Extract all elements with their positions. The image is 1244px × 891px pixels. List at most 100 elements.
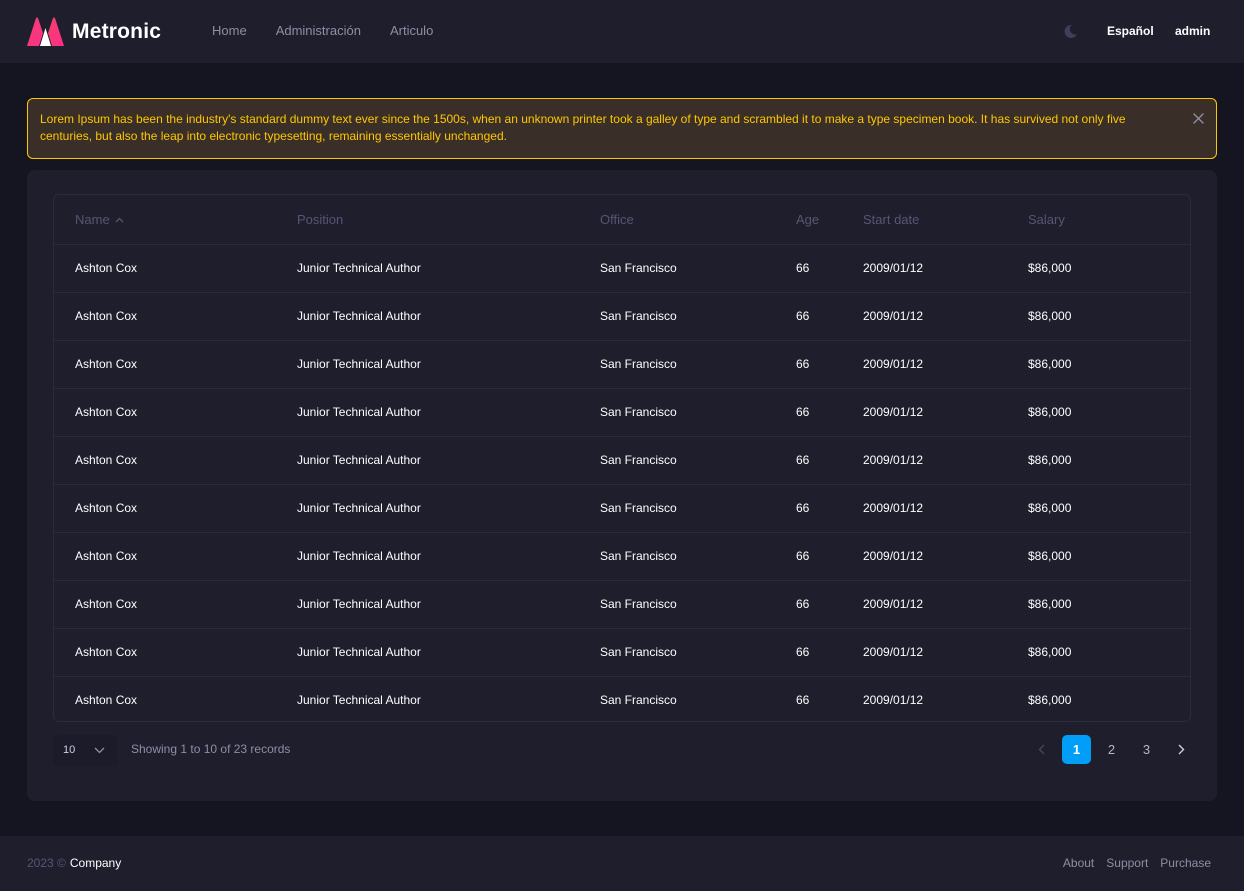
table-row: Ashton Cox Junior Technical Author San F… <box>54 628 1190 677</box>
cell-office: San Francisco <box>600 340 796 389</box>
cell-name: Ashton Cox <box>54 388 297 437</box>
nav-articulo[interactable]: Articulo <box>390 23 433 38</box>
records-card: Name Position Office Age Start date Sala… <box>27 170 1217 801</box>
page-size-select[interactable]: 10 <box>53 735 118 766</box>
cell-start-date: 2009/01/12 <box>863 388 1028 437</box>
cell-salary: $86,000 <box>1028 436 1190 485</box>
cell-position: Junior Technical Author <box>297 532 600 581</box>
cell-age: 66 <box>796 436 863 485</box>
cell-age: 66 <box>796 388 863 437</box>
cell-office: San Francisco <box>600 693 677 708</box>
footer-link-about[interactable]: About <box>1063 856 1094 870</box>
cell-office: San Francisco <box>600 628 796 677</box>
cell-position: Junior Technical Author <box>297 340 600 389</box>
cell-salary: $86,000 <box>1028 532 1190 581</box>
cell-age: 66 <box>796 693 810 708</box>
language-selector[interactable]: Español <box>1107 24 1154 38</box>
close-icon[interactable] <box>1193 113 1204 124</box>
copyright: 2023 © Company <box>27 856 121 870</box>
footer-link-support[interactable]: Support <box>1106 856 1148 870</box>
cell-name: Ashton Cox <box>54 436 297 485</box>
column-header-salary[interactable]: Salary <box>1028 195 1190 245</box>
previous-page-button[interactable] <box>1027 735 1056 764</box>
table-row: Ashton Cox Junior Technical Author San F… <box>54 676 1190 721</box>
cell-salary: $86,000 <box>1028 244 1190 293</box>
page-button-2[interactable]: 2 <box>1097 735 1126 764</box>
cell-salary: $86,000 <box>1028 340 1190 389</box>
records-table-container: Name Position Office Age Start date Sala… <box>53 194 1191 722</box>
cell-name: Ashton Cox <box>54 484 297 533</box>
cell-office: San Francisco <box>600 244 796 293</box>
brand-logo[interactable]: Metronic <box>27 17 161 46</box>
nav-administracion[interactable]: Administración <box>276 23 361 38</box>
cell-start-date: 2009/01/12 <box>863 484 1028 533</box>
table-row: Ashton Cox Junior Technical Author San F… <box>54 292 1190 341</box>
cell-age: 66 <box>796 484 863 533</box>
cell-name: Ashton Cox <box>54 292 297 341</box>
cell-age: 66 <box>796 340 863 389</box>
pagination: 1 2 3 <box>1027 735 1202 764</box>
records-info: Showing 1 to 10 of 23 records <box>131 742 291 756</box>
column-header-name[interactable]: Name <box>54 195 297 245</box>
cell-office: San Francisco <box>600 436 796 485</box>
cell-position: Junior Technical Author <box>297 436 600 485</box>
cell-salary: $86,000 <box>1028 388 1190 437</box>
footer-link-purchase[interactable]: Purchase <box>1160 856 1211 870</box>
page-button-3[interactable]: 3 <box>1132 735 1161 764</box>
footer-links: About Support Purchase <box>1051 856 1211 870</box>
cell-position: Junior Technical Author <box>297 693 421 708</box>
cell-start-date: 2009/01/12 <box>863 532 1028 581</box>
column-header-start-date[interactable]: Start date <box>863 195 1028 245</box>
metronic-logo-icon <box>27 17 64 46</box>
table-row: Ashton Cox Junior Technical Author San F… <box>54 436 1190 485</box>
top-header: Metronic Home Administración Articulo Es… <box>0 0 1244 63</box>
cell-start-date: 2009/01/12 <box>863 693 924 708</box>
table-row: Ashton Cox Junior Technical Author San F… <box>54 484 1190 533</box>
chevron-right-icon <box>1178 744 1185 755</box>
cell-office: San Francisco <box>600 388 796 437</box>
page-button-1[interactable]: 1 <box>1062 735 1091 764</box>
cell-age: 66 <box>796 580 863 629</box>
cell-start-date: 2009/01/12 <box>863 244 1028 293</box>
cell-position: Junior Technical Author <box>297 580 600 629</box>
table-row: Ashton Cox Junior Technical Author San F… <box>54 532 1190 581</box>
column-header-position[interactable]: Position <box>297 195 600 245</box>
warning-alert: Lorem Ipsum has been the industry's stan… <box>27 98 1217 159</box>
cell-age: 66 <box>796 532 863 581</box>
cell-office: San Francisco <box>600 292 796 341</box>
cell-start-date: 2009/01/12 <box>863 436 1028 485</box>
cell-name: Ashton Cox <box>54 532 297 581</box>
cell-position: Junior Technical Author <box>297 388 600 437</box>
column-header-office[interactable]: Office <box>600 195 796 245</box>
cell-salary: $86,000 <box>1028 484 1190 533</box>
records-table: Name Position Office Age Start date Sala… <box>54 195 1190 721</box>
table-row: Ashton Cox Junior Technical Author San F… <box>54 340 1190 389</box>
chevron-down-icon <box>94 747 105 754</box>
next-page-button[interactable] <box>1167 735 1196 764</box>
cell-name: Ashton Cox <box>54 244 297 293</box>
table-header-row: Name Position Office Age Start date Sala… <box>54 195 1190 245</box>
table-row: Ashton Cox Junior Technical Author San F… <box>54 580 1190 629</box>
main-nav: Home Administración Articulo <box>212 23 462 38</box>
user-menu[interactable]: admin <box>1175 24 1210 38</box>
cell-salary: $86,000 <box>1028 693 1072 708</box>
cell-position: Junior Technical Author <box>297 292 600 341</box>
cell-age: 66 <box>796 292 863 341</box>
moon-icon[interactable] <box>1063 24 1078 39</box>
nav-home[interactable]: Home <box>212 23 247 38</box>
cell-age: 66 <box>796 628 863 677</box>
arrow-up-icon <box>115 217 124 223</box>
copyright-year: 2023 © <box>27 856 66 870</box>
cell-office: San Francisco <box>600 580 796 629</box>
company-link[interactable]: Company <box>70 856 121 870</box>
brand-name: Metronic <box>72 19 162 43</box>
cell-name: Ashton Cox <box>54 340 297 389</box>
cell-start-date: 2009/01/12 <box>863 292 1028 341</box>
column-header-age[interactable]: Age <box>796 195 863 245</box>
cell-salary: $86,000 <box>1028 580 1190 629</box>
chevron-left-icon <box>1038 744 1045 755</box>
cell-position: Junior Technical Author <box>297 484 600 533</box>
cell-position: Junior Technical Author <box>297 244 600 293</box>
cell-start-date: 2009/01/12 <box>863 580 1028 629</box>
cell-age: 66 <box>796 244 863 293</box>
